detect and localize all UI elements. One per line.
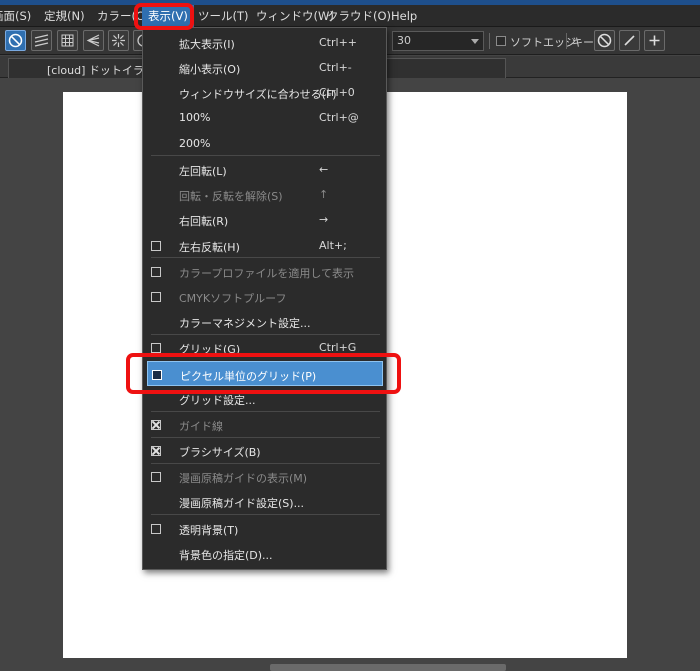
menu-item-label: ウィンドウサイズに合わせる(F) bbox=[179, 88, 337, 101]
menu-separator bbox=[151, 155, 380, 156]
menu-item-label: 200% bbox=[179, 137, 211, 150]
slash-button[interactable] bbox=[619, 30, 640, 51]
menu-cloud[interactable]: クラウド(O) bbox=[327, 5, 391, 27]
no-pattern-button[interactable] bbox=[5, 30, 26, 51]
menu-item-guide-lines: ガイド線 bbox=[143, 412, 386, 437]
radial-pattern-button[interactable] bbox=[108, 30, 129, 51]
menu-item-cmyk-proof: CMYKソフトプルーフ bbox=[143, 284, 386, 309]
menu-item-label: 拡大表示(I) bbox=[179, 38, 235, 51]
menu-separator bbox=[151, 514, 380, 515]
menu-item-label: 背景色の指定(D)... bbox=[179, 549, 273, 562]
plus-icon bbox=[649, 35, 660, 46]
checkbox-checked-icon bbox=[151, 420, 161, 430]
grid-icon bbox=[61, 34, 74, 47]
menu-item-manga-guide: 漫画原稿ガイドの表示(M) bbox=[143, 464, 386, 489]
arrow-left-icon: ← bbox=[319, 163, 329, 176]
toolbar-separator bbox=[566, 33, 567, 49]
menu-item-label: ガイド線 bbox=[179, 420, 223, 433]
menu-item-fit-window[interactable]: ウィンドウサイズに合わせる(F) Ctrl+0 bbox=[143, 80, 386, 105]
perspective-pattern-button[interactable] bbox=[83, 30, 104, 51]
prohibit-button[interactable] bbox=[594, 30, 615, 51]
menu-item-label: カラープロファイルを適用して表示 bbox=[179, 267, 355, 280]
menu-ruler[interactable]: 定規(N) bbox=[44, 5, 85, 27]
menu-tool[interactable]: ツール(T) bbox=[198, 5, 249, 27]
hatch-pattern-button[interactable] bbox=[31, 30, 52, 51]
menu-item-label: 100% bbox=[179, 111, 211, 124]
key-label: キー bbox=[572, 36, 594, 49]
checkbox-icon bbox=[151, 267, 161, 277]
menu-item-bg-color[interactable]: 背景色の指定(D)... bbox=[143, 541, 386, 566]
menu-canvas[interactable]: 画面(S) bbox=[0, 5, 31, 27]
checkbox-icon bbox=[151, 472, 161, 482]
grid-pattern-button[interactable] bbox=[57, 30, 78, 51]
menu-item-label: 漫画原稿ガイド設定(S)... bbox=[179, 497, 305, 510]
size-select[interactable]: 30 bbox=[392, 31, 484, 51]
menu-window[interactable]: ウィンドウ(W) bbox=[256, 5, 334, 27]
soft-edge-checkbox[interactable] bbox=[496, 36, 506, 46]
no-entry-icon bbox=[8, 33, 23, 48]
plus-button[interactable] bbox=[644, 30, 665, 51]
view-menu-dropdown: 拡大表示(I) Ctrl++ 縮小表示(O) Ctrl+- ウィンドウサイズに合… bbox=[142, 27, 387, 570]
menu-item-zoom-out[interactable]: 縮小表示(O) Ctrl+- bbox=[143, 55, 386, 80]
menu-help[interactable]: Help bbox=[391, 5, 417, 27]
size-value: 30 bbox=[397, 34, 411, 47]
menu-bar: 画面(S) 定規(N) カラー(C) 表示(V) ツール(T) ウィンドウ(W)… bbox=[0, 5, 700, 27]
menu-item-label: 左右反転(H) bbox=[179, 241, 240, 254]
menu-item-transparent-bg[interactable]: 透明背景(T) bbox=[143, 516, 386, 541]
horizontal-scrollbar[interactable] bbox=[270, 664, 506, 671]
checkbox-icon bbox=[151, 524, 161, 534]
chevron-down-icon bbox=[471, 39, 479, 44]
slash-icon bbox=[624, 35, 635, 46]
menu-separator bbox=[151, 257, 380, 258]
checkbox-checked-icon bbox=[151, 446, 161, 456]
menu-item-shortcut: Ctrl++ bbox=[319, 36, 358, 49]
menu-item-label: カラーマネジメント設定... bbox=[179, 317, 311, 330]
checkbox-icon bbox=[151, 343, 161, 353]
menu-item-zoom-100[interactable]: 100% Ctrl+@ bbox=[143, 105, 386, 130]
arrow-up-icon: ↑ bbox=[319, 188, 329, 201]
arrow-right-icon: → bbox=[319, 213, 329, 226]
menu-item-shortcut: Alt+; bbox=[319, 239, 347, 252]
menu-item-manga-guide-settings[interactable]: 漫画原稿ガイド設定(S)... bbox=[143, 489, 386, 514]
menu-item-color-management[interactable]: カラーマネジメント設定... bbox=[143, 309, 386, 334]
toolbar-separator bbox=[489, 33, 490, 49]
menu-item-label: 漫画原稿ガイドの表示(M) bbox=[179, 472, 308, 485]
menu-item-label: ブラシサイズ(B) bbox=[179, 446, 261, 459]
menu-item-label: グリッド設定... bbox=[179, 394, 256, 407]
menu-item-flip-horizontal[interactable]: 左右反転(H) Alt+; bbox=[143, 233, 386, 258]
annotation-highlight-pixel-grid bbox=[126, 353, 401, 394]
radial-lines-icon bbox=[112, 34, 125, 47]
annotation-highlight-view-menu bbox=[134, 3, 194, 30]
menu-item-label: 回転・反転を解除(S) bbox=[179, 190, 283, 203]
menu-item-label: 縮小表示(O) bbox=[179, 63, 241, 76]
checkbox-icon bbox=[151, 292, 161, 302]
diagonal-lines-icon bbox=[34, 34, 49, 47]
no-entry-icon bbox=[597, 33, 612, 48]
menu-item-label: CMYKソフトプルーフ bbox=[179, 292, 287, 305]
menu-item-reset-rotation: 回転・反転を解除(S) ↑ bbox=[143, 182, 386, 207]
menu-item-brush-size[interactable]: ブラシサイズ(B) bbox=[143, 438, 386, 463]
menu-item-zoom-in[interactable]: 拡大表示(I) Ctrl++ bbox=[143, 30, 386, 55]
checkbox-icon bbox=[151, 241, 161, 251]
menu-item-shortcut: Ctrl+- bbox=[319, 61, 352, 74]
menu-item-color-profile: カラープロファイルを適用して表示 bbox=[143, 259, 386, 284]
menu-item-rotate-right[interactable]: 右回転(R) → bbox=[143, 207, 386, 232]
menu-item-shortcut: Ctrl+@ bbox=[319, 111, 359, 124]
menu-item-label: 透明背景(T) bbox=[179, 524, 239, 537]
menu-item-label: 左回転(L) bbox=[179, 165, 227, 178]
menu-item-rotate-left[interactable]: 左回転(L) ← bbox=[143, 157, 386, 182]
menu-item-label: 右回転(R) bbox=[179, 215, 229, 228]
menu-item-shortcut: Ctrl+0 bbox=[319, 86, 355, 99]
perspective-lines-icon bbox=[86, 34, 100, 47]
menu-item-zoom-200[interactable]: 200% bbox=[143, 131, 386, 156]
